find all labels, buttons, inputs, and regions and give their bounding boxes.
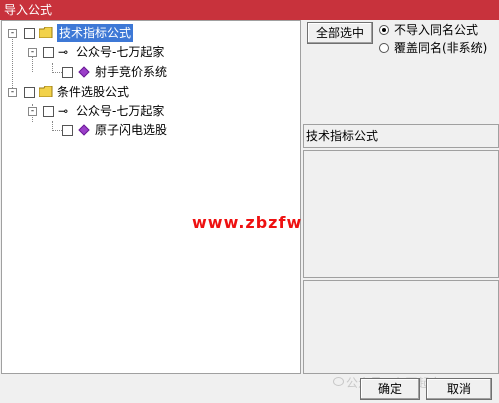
folder-icon bbox=[39, 86, 53, 97]
formula-icon bbox=[78, 66, 90, 78]
info-box-upper bbox=[303, 150, 499, 278]
folder-icon bbox=[39, 27, 53, 38]
tree-line bbox=[52, 72, 62, 73]
checkbox[interactable] bbox=[24, 28, 35, 39]
tree-node-label[interactable]: 射手竞价系统 bbox=[95, 63, 167, 81]
tree-node-label[interactable]: 公众号-七万起家 bbox=[76, 102, 164, 120]
cancel-button[interactable]: 取消 bbox=[426, 378, 492, 400]
tree-line bbox=[52, 121, 53, 131]
tree-node-label[interactable]: 公众号-七万起家 bbox=[76, 43, 164, 61]
wechat-icon bbox=[333, 377, 344, 386]
collapse-icon[interactable]: - bbox=[28, 107, 37, 116]
checkbox[interactable] bbox=[43, 47, 54, 58]
tree-line bbox=[12, 35, 13, 92]
radio-overwrite[interactable] bbox=[379, 43, 389, 53]
window-title: 导入公式 bbox=[0, 0, 499, 20]
tree-node-label[interactable]: 原子闪电选股 bbox=[95, 121, 167, 139]
info-header: 技术指标公式 bbox=[303, 124, 499, 148]
radio-skip-duplicates-label[interactable]: 不导入同名公式 bbox=[394, 21, 478, 38]
tree-line bbox=[52, 63, 53, 73]
info-box-lower bbox=[303, 280, 499, 374]
radio-skip-duplicates[interactable] bbox=[379, 25, 389, 35]
formula-icon bbox=[78, 124, 90, 136]
confirm-button[interactable]: 确定 bbox=[360, 378, 420, 400]
tree-line bbox=[52, 130, 62, 131]
checkbox[interactable] bbox=[62, 125, 73, 136]
collapse-icon[interactable]: - bbox=[28, 48, 37, 57]
collapse-icon[interactable]: - bbox=[8, 29, 17, 38]
checkbox[interactable] bbox=[43, 106, 54, 117]
collapse-icon[interactable]: - bbox=[8, 88, 17, 97]
tree-node-label[interactable]: 技术指标公式 bbox=[57, 24, 134, 42]
formula-tree[interactable]: - 技术指标公式 - ⊸ 公众号-七万起家 射手竞价系统 - 条件选股公式 - … bbox=[1, 20, 361, 374]
tree-node-label[interactable]: 条件选股公式 bbox=[57, 83, 129, 101]
checkbox[interactable] bbox=[24, 87, 35, 98]
select-all-button[interactable]: 全部选中 bbox=[307, 22, 373, 44]
key-icon: ⊸ bbox=[58, 104, 69, 118]
checkbox[interactable] bbox=[62, 67, 73, 78]
options-panel: 全部选中 不导入同名公式 覆盖同名(非系统) 技术指标公式 bbox=[303, 20, 499, 374]
radio-overwrite-label[interactable]: 覆盖同名(非系统) bbox=[394, 39, 487, 56]
key-icon: ⊸ bbox=[58, 45, 69, 59]
